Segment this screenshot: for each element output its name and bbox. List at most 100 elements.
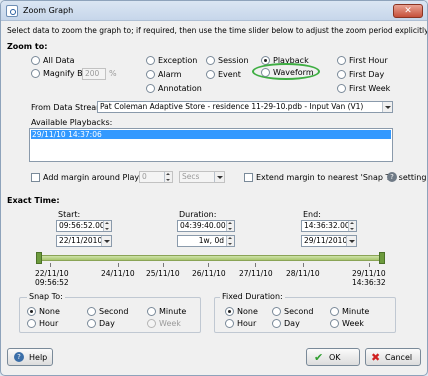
- slider-label-date: 24/11/10: [101, 269, 135, 278]
- end-time-spinner[interactable]: [348, 221, 356, 231]
- data-stream-select[interactable]: Pat Coleman Adaptive Store - residence 1…: [97, 101, 393, 113]
- zoom-graph-icon: [6, 5, 18, 17]
- check-icon: ✔: [314, 351, 324, 364]
- first-day-label: First Day: [349, 70, 385, 79]
- duration-days-value: 1w, 0d: [198, 236, 224, 245]
- slider-label-date: 27/11/10: [239, 269, 273, 278]
- snap-to-title: Snap To:: [27, 292, 65, 301]
- event-label: Event: [218, 70, 241, 79]
- end-time-field[interactable]: 14:36:32.000: [301, 220, 357, 232]
- start-date-field[interactable]: 22/11/2010: [56, 235, 112, 247]
- calendar-dropdown-icon: [346, 236, 356, 246]
- event-radio[interactable]: [206, 70, 215, 79]
- fixed-day-label: Day: [284, 319, 300, 328]
- available-playbacks-label: Available Playbacks:: [31, 118, 113, 127]
- margin-unit-select[interactable]: Secs: [179, 171, 225, 183]
- fixed-day-radio[interactable]: [272, 319, 281, 328]
- calendar-dropdown-icon: [101, 236, 111, 246]
- data-stream-label: From Data Stream:: [31, 103, 107, 112]
- snap-none-radio[interactable]: [27, 307, 36, 316]
- first-hour-label: First Hour: [349, 56, 388, 65]
- snap-second-radio[interactable]: [87, 307, 96, 316]
- help-icon: ?: [14, 352, 24, 362]
- all-data-radio[interactable]: [31, 56, 40, 65]
- end-date-field[interactable]: 29/11/2010: [301, 235, 357, 247]
- all-data-label: All Data: [43, 56, 75, 65]
- instruction-text: Select data to zoom the graph to; if req…: [7, 26, 428, 35]
- time-slider-track[interactable]: [39, 255, 383, 261]
- extend-margin-label: Extend margin to nearest 'Snap To' setti…: [256, 173, 427, 182]
- snap-none-label: None: [39, 307, 60, 316]
- cancel-button-label: Cancel: [385, 353, 413, 362]
- exception-radio[interactable]: [146, 56, 155, 65]
- slider-tick: [208, 263, 209, 267]
- end-label: End:: [303, 210, 321, 219]
- add-margin-checkbox[interactable]: [31, 173, 40, 182]
- extend-margin-checkbox[interactable]: [244, 173, 253, 182]
- waveform-label: Waveform: [273, 68, 314, 77]
- first-week-radio[interactable]: [337, 84, 346, 93]
- duration-days-field[interactable]: 1w, 0d: [177, 235, 235, 247]
- slider-tick: [303, 263, 304, 267]
- first-day-radio[interactable]: [337, 70, 346, 79]
- margin-unit: Secs: [182, 172, 200, 181]
- snap-week-label: Week: [159, 319, 181, 328]
- session-label: Session: [218, 56, 249, 65]
- end-time-value: 14:36:32.000: [304, 221, 355, 230]
- magnify-value-field[interactable]: 200: [82, 68, 106, 80]
- chevron-down-icon: [382, 102, 392, 112]
- exception-label: Exception: [158, 56, 198, 65]
- help-button[interactable]: ? Help: [7, 348, 53, 366]
- first-hour-radio[interactable]: [337, 56, 346, 65]
- duration-time-spinner[interactable]: [226, 221, 234, 231]
- slider-label-start-time: 09:56:52: [35, 278, 69, 287]
- slider-tick: [255, 263, 256, 267]
- start-time-spinner[interactable]: [103, 221, 111, 231]
- start-time-value: 09:56:52.000: [59, 221, 110, 230]
- ok-button[interactable]: ✔ OK: [306, 348, 360, 366]
- magnify-by-radio[interactable]: [31, 69, 40, 78]
- alarm-radio[interactable]: [146, 70, 155, 79]
- slider-label-end-date: 29/11/10: [352, 269, 386, 278]
- waveform-radio[interactable]: [261, 68, 270, 77]
- snap-day-label: Day: [99, 319, 115, 328]
- session-radio[interactable]: [206, 56, 215, 65]
- fixed-hour-radio[interactable]: [225, 319, 234, 328]
- fixed-second-label: Second: [284, 307, 314, 316]
- fixed-none-label: None: [237, 307, 258, 316]
- start-time-field[interactable]: 09:56:52.000: [56, 220, 112, 232]
- snap-minute-radio[interactable]: [147, 307, 156, 316]
- snap-week-radio[interactable]: [147, 319, 156, 328]
- slider-tick: [50, 263, 51, 267]
- fixed-week-label: Week: [342, 319, 364, 328]
- fixed-none-radio[interactable]: [225, 307, 234, 316]
- cancel-x-icon: ✖: [371, 351, 381, 364]
- duration-days-spinner[interactable]: [226, 236, 234, 246]
- duration-time-value: 04:39:40.000: [180, 221, 231, 230]
- slider-tick: [369, 263, 370, 267]
- close-button[interactable]: ✕: [393, 4, 423, 18]
- playbacks-list[interactable]: 29/11/10 14:37:06: [29, 128, 393, 162]
- margin-spinner[interactable]: [164, 172, 172, 182]
- playback-list-item[interactable]: 29/11/10 14:37:06: [31, 130, 391, 139]
- fixed-second-radio[interactable]: [272, 307, 281, 316]
- zoom-to-heading: Zoom to:: [7, 42, 48, 51]
- fixed-week-radio[interactable]: [330, 319, 339, 328]
- time-slider-end-thumb[interactable]: [379, 252, 385, 264]
- duration-label: Duration:: [179, 210, 217, 219]
- slider-label-date: 28/11/10: [286, 269, 320, 278]
- slider-tick: [118, 263, 119, 267]
- snap-day-radio[interactable]: [87, 319, 96, 328]
- annotation-radio[interactable]: [146, 84, 155, 93]
- time-slider-start-thumb[interactable]: [36, 252, 42, 264]
- chevron-down-icon: [214, 172, 224, 182]
- snap-minute-label: Minute: [159, 307, 187, 316]
- help-info-icon[interactable]: ?: [387, 172, 397, 182]
- window-title: Zoom Graph: [23, 6, 74, 15]
- duration-time-field[interactable]: 04:39:40.000: [177, 220, 235, 232]
- snap-hour-radio[interactable]: [27, 319, 36, 328]
- fixed-minute-radio[interactable]: [330, 307, 339, 316]
- end-date-value: 29/11/2010: [304, 236, 348, 245]
- cancel-button[interactable]: ✖ Cancel: [365, 348, 421, 366]
- margin-value-field[interactable]: 0: [139, 171, 173, 183]
